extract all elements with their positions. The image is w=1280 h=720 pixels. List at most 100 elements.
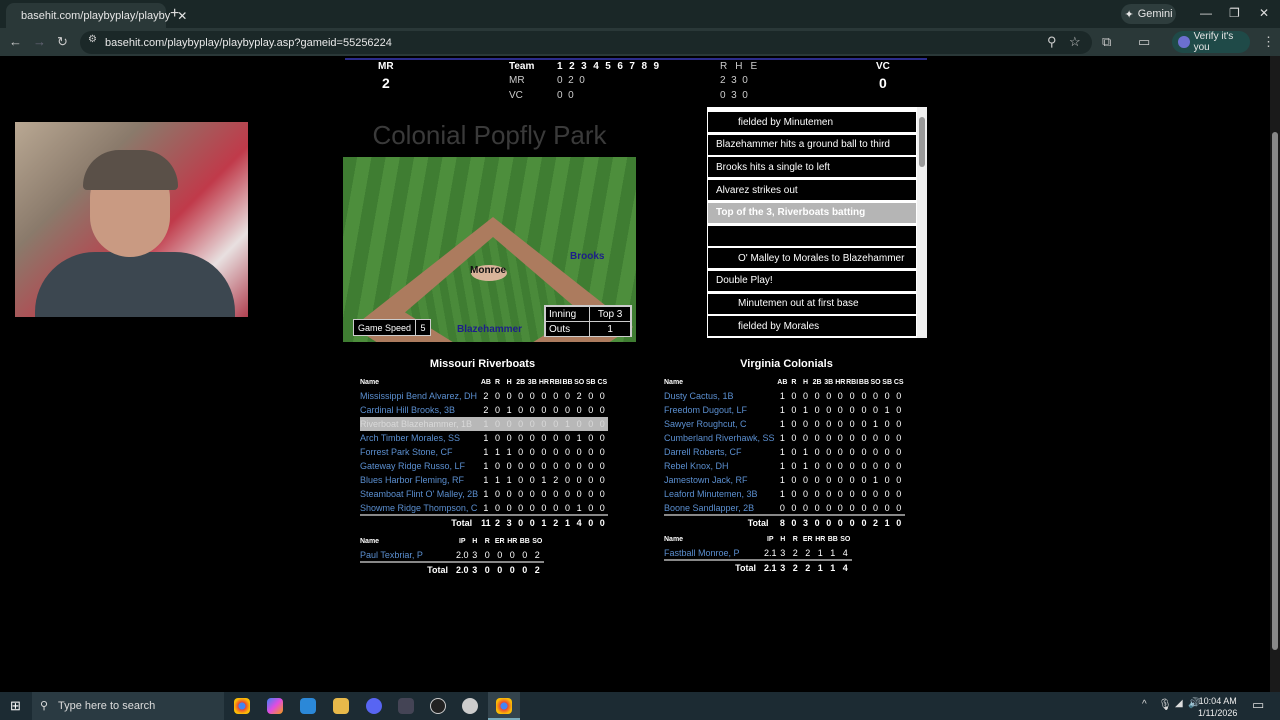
batter-row[interactable]: Steamboat Flint O' Malley, 2B 1 0 0 0 0 0 0 0 0 0 0 (360, 487, 608, 501)
gemini-button[interactable]: ✦ Gemini (1121, 4, 1176, 24)
windows-start-icon[interactable]: ⊞ (10, 698, 21, 714)
player-link[interactable]: Arch Timber Morales, SS (360, 431, 480, 445)
stat-cell: 0 (873, 433, 879, 443)
minimize-button[interactable]: — (1200, 6, 1212, 20)
player-link[interactable]: Showme Ridge Thompson, C (360, 501, 480, 515)
game-speed-box[interactable]: Game Speed 5 (353, 319, 431, 336)
player-link[interactable]: Jamestown Jack, RF (664, 473, 777, 487)
clock[interactable]: 10:04 AM 1/11/2026 (1198, 695, 1237, 719)
stat-cell: 2 (805, 547, 811, 558)
tray-chevron-icon[interactable]: ^ (1142, 699, 1147, 710)
menu-icon[interactable]: ⋮ (1262, 34, 1275, 50)
chrome-icon[interactable] (496, 698, 512, 714)
player-link[interactable]: Cumberland Riverhawk, SS (664, 431, 777, 445)
discord-icon[interactable] (366, 698, 382, 714)
batter-row[interactable]: Mississippi Bend Alvarez, DH 2 0 0 0 0 0 0 0 2 0 0 (360, 389, 608, 403)
batter-row[interactable]: Forrest Park Stone, CF 1 1 1 0 0 0 0 0 0 0 0 (360, 445, 608, 459)
player-link[interactable]: Steamboat Flint O' Malley, 2B (360, 487, 480, 501)
player-link[interactable]: Darrell Roberts, CF (664, 445, 777, 459)
reload-icon[interactable]: ↻ (57, 34, 68, 50)
extensions-icon[interactable]: ⧉ (1102, 34, 1111, 50)
player-link[interactable]: Mississippi Bend Alvarez, DH (360, 389, 480, 403)
inning-header: 8 (641, 61, 647, 72)
player-link[interactable]: Freedom Dugout, LF (664, 403, 777, 417)
player-link[interactable]: Gateway Ridge Russo, LF (360, 459, 480, 473)
batter-row[interactable]: Rebel Knox, DH 1 0 1 0 0 0 0 0 0 0 0 (664, 459, 905, 473)
batter-row[interactable]: Arch Timber Morales, SS 1 0 0 0 0 0 0 0 1 0 0 (360, 431, 608, 445)
batter-row[interactable]: Riverboat Blazehammer, 1B 1 0 0 0 0 0 0 1 0 0 0 (360, 417, 609, 431)
stat-cell: 0 (791, 433, 797, 443)
batter-row[interactable]: Dusty Cactus, 1B 1 0 0 0 0 0 0 0 0 0 0 (664, 389, 905, 403)
home-abbr: VC (876, 61, 890, 72)
batter-row[interactable]: Sawyer Roughcut, C10000000100 (664, 417, 905, 431)
microphone-icon[interactable]: 🎙 (1158, 698, 1172, 711)
obs-icon[interactable] (430, 698, 446, 714)
file-explorer-icon[interactable] (333, 698, 349, 714)
game-speed-value[interactable]: 5 (416, 320, 430, 335)
player-link[interactable]: Leaford Minutemen, 3B (664, 487, 777, 501)
zoom-icon[interactable]: ⚲ (1047, 34, 1057, 50)
player-link[interactable]: Riverboat Blazehammer, 1B (360, 417, 481, 431)
play-by-play-log[interactable]: fielded by Minutemen Blazehammer hits a g… (707, 107, 927, 338)
total-row: Total 2.0 3 0 0 0 0 2 (360, 561, 544, 576)
stat-cell: 0 (791, 502, 797, 513)
total-cell: 3 (799, 514, 812, 529)
total-row: Total 8 0 3 0 0 0 0 0 2 1 0 (664, 514, 905, 529)
player-link[interactable]: Rebel Knox, DH (664, 459, 777, 473)
player-link[interactable]: Sawyer Roughcut, C (664, 417, 777, 431)
browser-tab[interactable]: basehit.com/playbyplay/playby ✕ (6, 3, 187, 28)
batter-row[interactable]: Gateway Ridge Russo, LF 1 0 0 0 0 0 0 0 0 0 0 (360, 459, 608, 473)
pitcher-row[interactable]: Fastball Monroe, P 2.1 3 2 2 1 1 4 (664, 546, 852, 560)
batter-row[interactable]: Leaford Minutemen, 3B 1 0 0 0 0 0 0 0 0 0 0 (664, 487, 905, 501)
page-scrollbar-thumb[interactable] (1272, 132, 1278, 650)
bookmark-star-icon[interactable]: ☆ (1069, 34, 1081, 50)
stat-cell: 0 (503, 417, 515, 431)
player-link[interactable]: Fastball Monroe, P (664, 546, 764, 560)
copilot-icon[interactable] (267, 698, 283, 714)
column-header: R (791, 379, 797, 386)
new-tab-button[interactable]: + (170, 5, 179, 23)
taskbar-search[interactable]: Type here to search (32, 692, 224, 720)
forward-icon[interactable]: → (33, 34, 46, 49)
store-icon[interactable] (300, 698, 316, 714)
batter-row[interactable]: Boone Sandlapper, 2B 0 0 0 0 0 0 0 0 0 0 0 (664, 501, 905, 515)
app-icon[interactable] (398, 698, 414, 714)
batter-row[interactable]: Darrell Roberts, CF 1 0 1 0 0 0 0 0 0 0 0 (664, 445, 905, 459)
batter-row[interactable]: Blues Harbor Fleming, RF 1 1 1 0 0 1 2 0 0 0 0 (360, 473, 608, 487)
total-cell: 2 (869, 514, 882, 529)
pitching-stats: Name IP H R ER HR BB SO Paul Texbriar, P 2.0 3 0 0 0 0… (360, 535, 544, 576)
player-link[interactable]: Boone Sandlapper, 2B (664, 501, 777, 515)
stat-cell: 0 (803, 419, 809, 429)
pitcher-row[interactable]: Paul Texbriar, P 2.0 3 0 0 0 0 2 (360, 548, 544, 562)
player-link[interactable]: Paul Texbriar, P (360, 548, 456, 562)
address-bar[interactable]: basehit.com/playbyplay/playbyplay.asp?ga… (80, 31, 1092, 54)
player-link[interactable]: Blues Harbor Fleming, RF (360, 473, 480, 487)
player-link[interactable]: Cardinal Hill Brooks, 3B (360, 403, 480, 417)
notifications-icon[interactable]: ▭ (1252, 697, 1264, 713)
batter-row[interactable]: Cumberland Riverhawk, SS 1 0 0 0 0 0 0 0 0 0 0 (664, 431, 905, 445)
column-header: H (472, 538, 478, 545)
batter-row[interactable]: Cardinal Hill Brooks, 3B 2 0 1 0 0 0 0 0 0 0 0 (360, 403, 608, 417)
site-info-icon[interactable]: ⚙ (88, 34, 97, 45)
network-icon[interactable]: ◢ (1175, 698, 1183, 709)
profile-verify-button[interactable]: Verify it's you (1172, 31, 1250, 53)
batter-row[interactable]: Freedom Dugout, LF 1 0 1 0 0 0 0 0 0 1 0 (664, 403, 905, 417)
stat-cell: 0 (529, 433, 535, 443)
player-link[interactable]: Forrest Park Stone, CF (360, 445, 480, 459)
app-icon[interactable] (462, 698, 478, 714)
stat-cell: 0 (553, 391, 559, 401)
stat-cell: 0 (803, 489, 809, 499)
batter-label: Blazehammer (457, 324, 523, 335)
batter-row[interactable]: Jamestown Jack, RF 1 0 0 0 0 0 0 0 1 0 0 (664, 473, 905, 487)
player-link[interactable]: Dusty Cactus, 1B (664, 389, 777, 403)
park-title: Colonial Popfly Park (372, 120, 607, 150)
stat-cell: 0 (526, 417, 539, 431)
total-cell: 0 (788, 514, 800, 529)
back-icon[interactable]: ← (9, 34, 22, 49)
log-scrollbar-thumb[interactable] (919, 117, 925, 167)
batter-row[interactable]: Showme Ridge Thompson, C10000000100 (360, 501, 608, 515)
tab-search-icon[interactable]: ▭ (1138, 34, 1150, 50)
close-window-button[interactable]: ✕ (1259, 6, 1269, 20)
chrome-icon[interactable] (234, 698, 250, 714)
restore-button[interactable]: ❐ (1229, 6, 1240, 20)
